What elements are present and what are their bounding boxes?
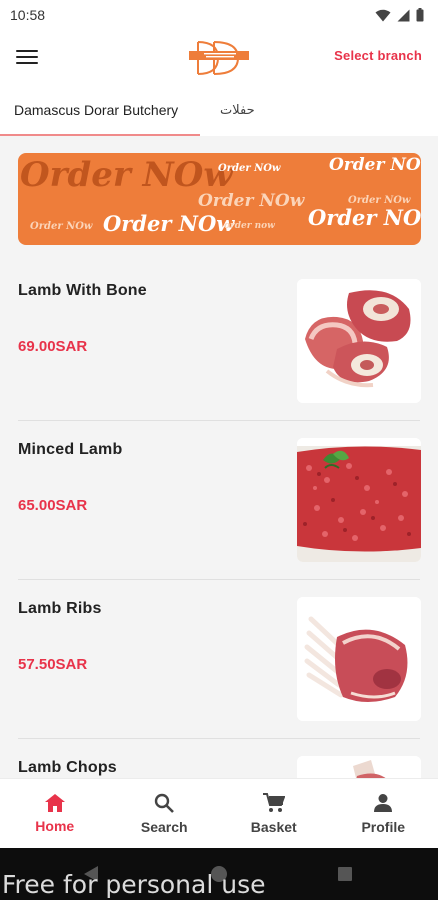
product-name: Lamb Ribs	[18, 600, 102, 617]
tab-label: Damascus Dorar Butchery	[14, 102, 179, 118]
profile-icon	[374, 793, 393, 812]
banner-text: Order NOw	[198, 191, 305, 211]
product-price: 65.00SAR	[18, 497, 88, 514]
tab-damascus-dorar-butchery[interactable]: Damascus Dorar Butchery	[0, 84, 200, 136]
banner-text: Order NOw	[218, 163, 281, 174]
banner-text: Order NOw	[308, 205, 421, 230]
product-price: 57.50SAR	[18, 656, 88, 673]
nav-home[interactable]: Home	[0, 779, 110, 848]
tab-parties[interactable]: حفلات	[220, 84, 300, 136]
product-item[interactable]: Lamb With Bone 69.00SAR	[0, 262, 438, 421]
app-header: Select branch	[0, 30, 438, 84]
nav-search[interactable]: Search	[110, 779, 220, 848]
product-name: Lamb Chops	[18, 759, 117, 776]
nav-label: Home	[35, 817, 75, 834]
category-tabs: Damascus Dorar Butchery حفلات	[0, 84, 438, 136]
hamburger-menu-icon[interactable]	[12, 42, 42, 72]
watermark: Free for personal use	[2, 870, 266, 899]
nav-profile[interactable]: Profile	[329, 779, 438, 848]
minced-lamb-image	[297, 438, 421, 562]
wifi-icon	[375, 9, 391, 21]
banner-text: Order NOw	[103, 211, 235, 236]
product-price: 69.00SAR	[18, 338, 88, 355]
home-icon	[44, 793, 65, 812]
lamb-ribs-image	[297, 597, 421, 721]
product-name: Lamb With Bone	[18, 282, 147, 299]
product-item[interactable]: Minced Lamb 65.00SAR	[0, 421, 438, 580]
tab-label: حفلات	[220, 102, 255, 117]
bottom-navigation: Home Search Basket Profile	[0, 778, 438, 848]
nav-label: Search	[140, 818, 188, 835]
status-bar: 10:58	[0, 0, 438, 30]
order-now-banner[interactable]: Order NOw Order NOw Order NOw Order NOw …	[18, 153, 421, 245]
product-name: Minced Lamb	[18, 441, 123, 458]
lamb-with-bone-image	[297, 279, 421, 403]
banner-text: Order NOw	[329, 155, 421, 175]
product-item[interactable]: Lamb Ribs 57.50SAR	[0, 580, 438, 739]
nav-label: Profile	[361, 818, 406, 835]
nav-label: Basket	[250, 818, 297, 835]
banner-text: Order NOw	[30, 221, 93, 232]
select-branch-button[interactable]: Select branch	[334, 48, 422, 63]
banner-small-text: order now	[224, 221, 275, 231]
basket-icon	[262, 792, 285, 812]
search-icon	[155, 793, 175, 813]
banner-text: Order NOw	[20, 155, 233, 195]
battery-icon	[416, 8, 424, 22]
signal-icon	[397, 9, 410, 21]
brand-logo	[189, 41, 249, 75]
recents-icon[interactable]	[337, 866, 353, 882]
status-time: 10:58	[10, 7, 46, 23]
active-tab-indicator	[0, 134, 200, 136]
nav-basket[interactable]: Basket	[219, 779, 329, 848]
status-icons	[375, 8, 424, 22]
